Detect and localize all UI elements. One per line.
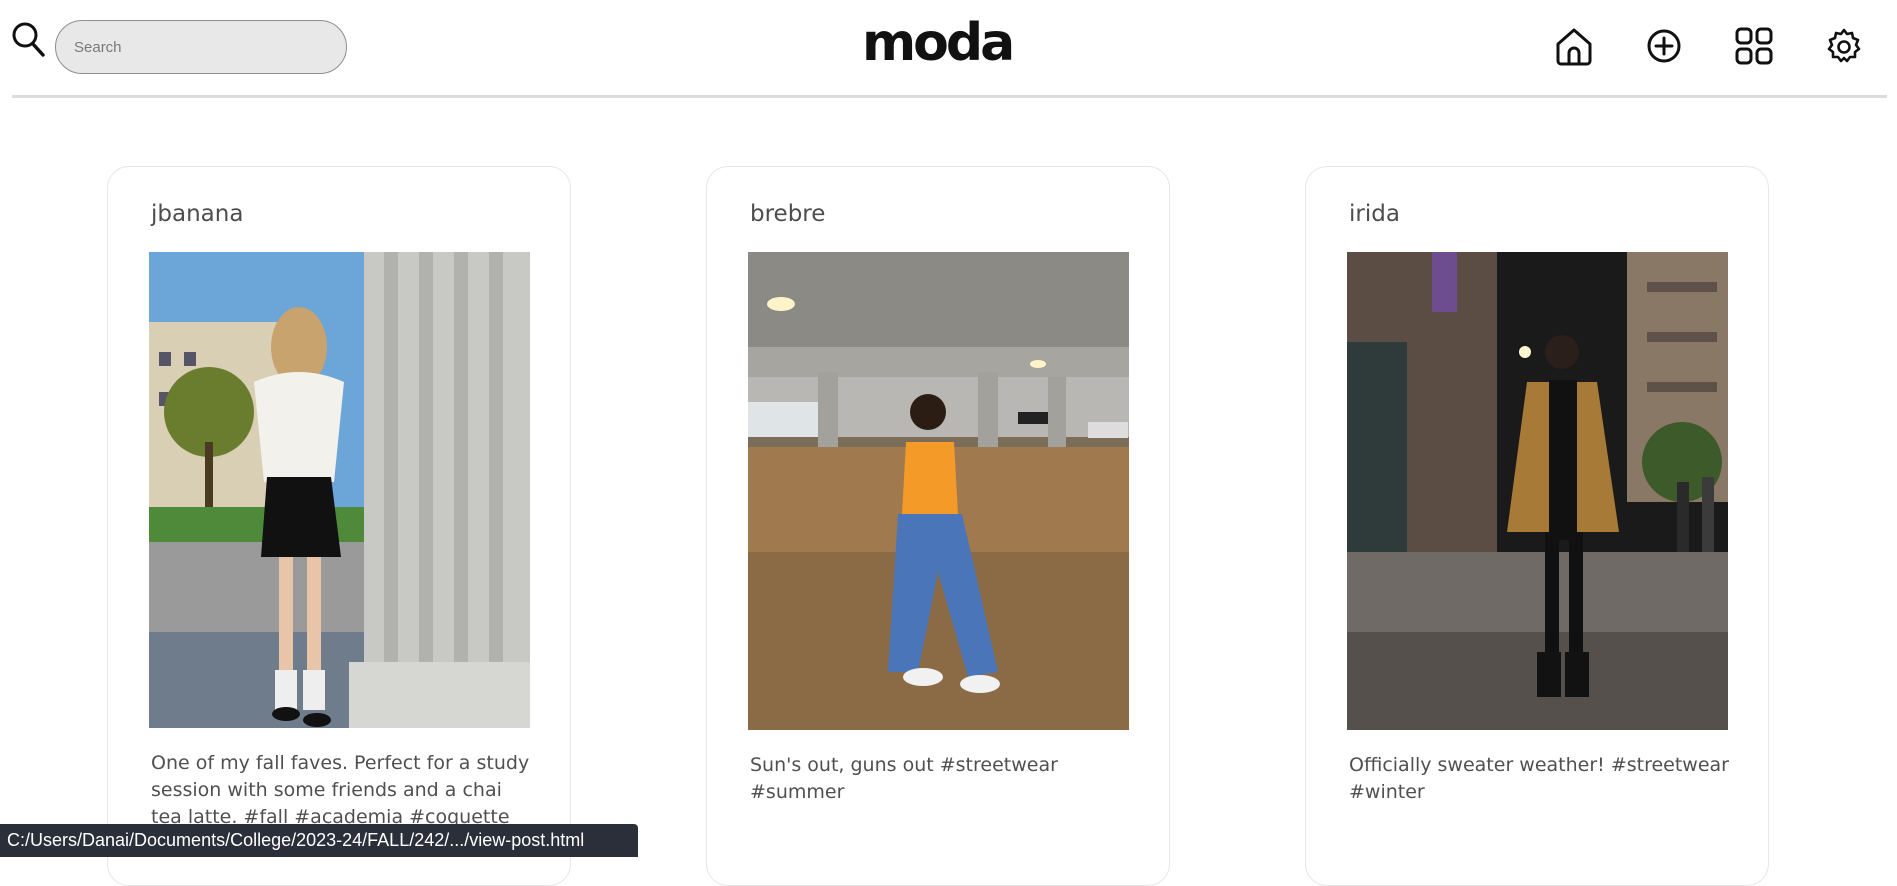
post-username[interactable]: brebre xyxy=(750,201,825,227)
post-username[interactable]: irida xyxy=(1349,201,1400,227)
post-card[interactable]: irida Officially sweater weather! #stree… xyxy=(1305,166,1769,886)
add-circle-icon xyxy=(1647,29,1681,63)
post-photo[interactable] xyxy=(149,252,530,728)
gear-icon xyxy=(1827,28,1861,63)
post-card[interactable]: jbanana One of my fall faves. Perfect fo… xyxy=(107,166,571,886)
top-nav-bar: moda xyxy=(0,0,1897,100)
grid-view-button[interactable] xyxy=(1732,24,1776,68)
post-photo[interactable] xyxy=(748,252,1129,730)
post-caption: One of my fall faves. Perfect for a stud… xyxy=(151,752,530,828)
search-input[interactable] xyxy=(55,20,347,74)
settings-button[interactable] xyxy=(1822,24,1866,68)
post-caption: Sun's out, guns out #streetwear #summer xyxy=(750,754,1058,803)
search-icon[interactable] xyxy=(10,20,46,58)
grid-icon xyxy=(1735,27,1773,65)
post-image xyxy=(748,252,1129,730)
post-card[interactable]: brebre Sun's out, guns out #streetwear #… xyxy=(706,166,1170,886)
status-bar-url: C:/Users/Danai/Documents/College/2023-24… xyxy=(0,824,638,857)
post-image xyxy=(1347,252,1728,730)
post-image xyxy=(149,252,530,728)
home-icon xyxy=(1556,28,1592,66)
logo[interactable]: moda xyxy=(862,8,1015,78)
post-photo[interactable] xyxy=(1347,252,1728,730)
home-button[interactable] xyxy=(1552,24,1596,68)
header-divider xyxy=(12,95,1887,98)
post-caption: Officially sweater weather! #streetwear … xyxy=(1349,754,1729,803)
create-post-button[interactable] xyxy=(1642,24,1686,68)
post-username[interactable]: jbanana xyxy=(151,201,243,227)
